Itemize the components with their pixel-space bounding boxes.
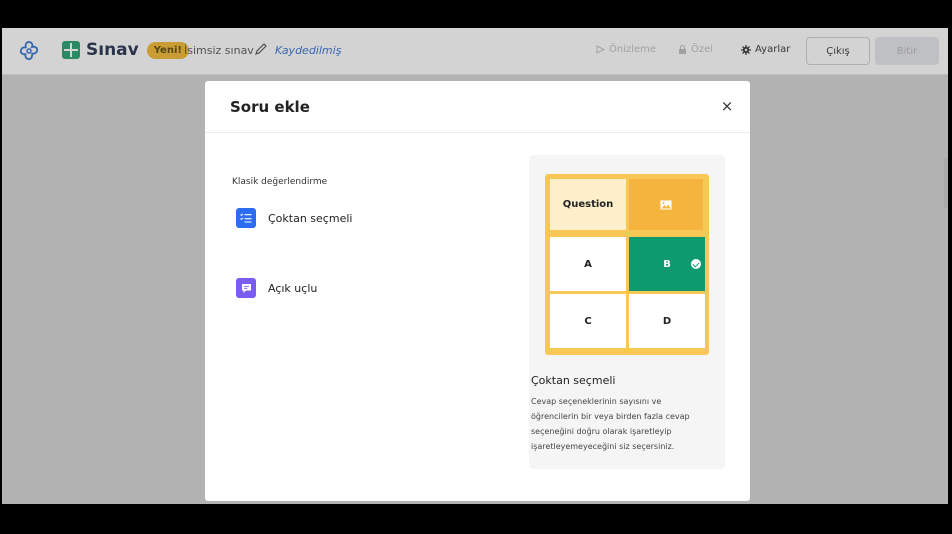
question-type-preview: Question A B C D Çoktan seçmeli Cevap se…: [529, 155, 725, 469]
preview-illustration: Question A B C D: [545, 174, 709, 355]
app-screen: Sınav Yeni! İsimsiz sınav Kaydedilmiş Ön…: [2, 28, 948, 504]
option-label: Çoktan seçmeli: [268, 211, 353, 225]
preview-title: Çoktan seçmeli: [531, 374, 616, 387]
option-label: Açık uçlu: [268, 281, 318, 295]
section-label: Klasik değerlendirme: [232, 177, 328, 187]
preview-answer-a: A: [550, 237, 626, 291]
option-multiple-choice[interactable]: Çoktan seçmeli: [236, 208, 352, 228]
option-open-ended[interactable]: Açık uçlu: [236, 278, 317, 298]
add-question-modal: Soru ekle × Klasik değerlendirme Çoktan …: [205, 81, 750, 501]
modal-title: Soru ekle: [230, 98, 310, 116]
preview-answer-c: C: [550, 294, 626, 348]
preview-answer-b-label: B: [663, 258, 671, 270]
divider: [205, 132, 750, 133]
preview-description: Cevap seçeneklerinin sayısını ve öğrenci…: [531, 397, 690, 451]
scrollbar-thumb[interactable]: [944, 158, 948, 208]
close-icon[interactable]: ×: [718, 97, 736, 115]
checklist-icon: [236, 208, 256, 228]
preview-answer-d: D: [629, 294, 705, 348]
preview-question-cell: Question: [550, 179, 626, 230]
check-circle-icon: [691, 259, 701, 269]
preview-answer-b: B: [629, 237, 705, 291]
image-icon: [629, 179, 703, 230]
speech-bubble-icon: [236, 278, 256, 298]
